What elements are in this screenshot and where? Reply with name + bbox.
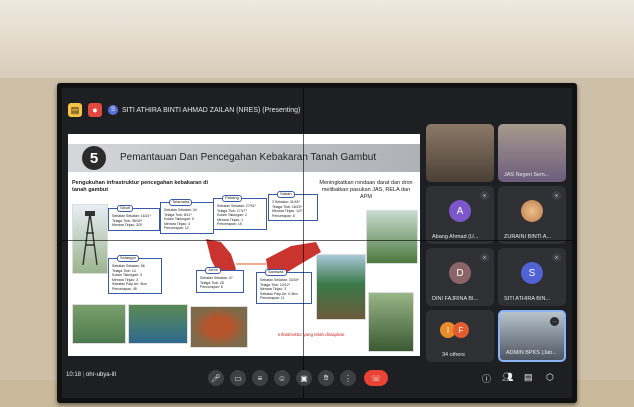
meeting-time: 10:18	[66, 372, 82, 378]
box-tag: Johor	[205, 267, 222, 274]
chat-icon[interactable]: ▤	[524, 372, 533, 383]
slide-header: 5 Pemantauan Dan Pencegahan Kebakaran Ta…	[68, 144, 420, 172]
box-line: Pencerapan: 15	[217, 222, 242, 226]
wall-background	[0, 0, 634, 78]
profile-photo	[521, 200, 543, 222]
raise-hand-button[interactable]: ✋︎	[318, 370, 334, 386]
present-button[interactable]: ▣	[296, 370, 312, 386]
slide-number: 5	[82, 146, 106, 170]
presentation-topbar: ▤ ● S SITI ATHIRA BINTI AHMAD ZAILAN (NR…	[62, 98, 300, 122]
box-line: Menara Tinjau: 3/3*	[112, 223, 143, 227]
box-tag: Selangor	[117, 255, 140, 262]
box-telamaha: Telamaha Sebatan Sekatan: 34 Telaga Tiub…	[160, 199, 214, 234]
slide-subtitle-right: Meningkatkan rondaan darat dan dron meli…	[319, 180, 413, 200]
participant-name: 34 others	[442, 352, 465, 358]
presenter-avatar: S	[108, 105, 118, 115]
participant-tile-2[interactable]: JAS Negeri Sem...	[498, 124, 566, 182]
box-line: Sebatan Sekatan: 16/21*	[112, 214, 151, 218]
screen-seam-vertical	[303, 88, 304, 398]
site-photo-3	[190, 306, 248, 348]
slide-legend: Infrastruktur yang telah disiapkan.	[278, 332, 346, 337]
mic-off-icon: ⨯	[480, 191, 489, 200]
box-selangor: Selangor Sebatan Sekatan: 56 Telaga Tiub…	[108, 255, 162, 294]
activities-icon[interactable]: ⬡	[546, 372, 554, 383]
note-icon[interactable]: ▤	[68, 103, 82, 117]
emoji-button[interactable]: ☺	[274, 370, 290, 386]
camera-toggle-button[interactable]: ▭	[230, 370, 246, 386]
participant-name: SITI ATHIRA BIN...	[504, 296, 551, 302]
participant-tile-4[interactable]: ⨯ ZURAINI BINTI A...	[498, 186, 566, 244]
more-options-icon[interactable]: ⋯	[550, 317, 559, 326]
participant-tile-1[interactable]	[426, 124, 494, 182]
box-tag: Sarawak	[265, 269, 287, 276]
shared-slide: 5 Pemantauan Dan Pencegahan Kebakaran Ta…	[68, 134, 420, 356]
site-photo-1	[72, 304, 126, 344]
box-line: Pencerapan: 6	[200, 285, 223, 289]
meeting-code: ohr-ubya-itl	[85, 372, 116, 378]
meeting-controls-bar: 10:18 | ohr-ubya-itl 🎤︎ ▭ ≡ ☺ ▣ ✋︎ ⋮ ☏ ⓘ…	[62, 364, 572, 394]
box-sabah: Sabah 3 Sekatan: 41/43* Telaga Tiub: 18/…	[268, 191, 318, 221]
avatar: F	[453, 322, 469, 338]
box-tag: Sibuti	[117, 205, 134, 212]
tv-screen: ▤ ● S SITI ATHIRA BINTI AHMAD ZAILAN (NR…	[62, 88, 572, 398]
participant-tile-5[interactable]: ⨯ D DINI FAJRINA BI...	[426, 248, 494, 306]
end-call-button[interactable]: ☏	[364, 370, 388, 386]
meeting-time-code: 10:18 | ohr-ubya-itl	[66, 372, 116, 378]
slide-subtitle-left: Pengukuhan infrastruktur pencegahan keba…	[72, 180, 209, 193]
box-line: Pencerapan: 48	[112, 286, 137, 291]
drone-photo	[316, 254, 366, 320]
slide-title: Pemantauan Dan Pencegahan Kebakaran Tana…	[120, 152, 377, 163]
site-photo-2	[128, 304, 188, 344]
mic-off-icon: ⨯	[552, 191, 561, 200]
avatar: D	[449, 262, 471, 284]
avatar: A	[449, 200, 471, 222]
box-johor: Johor Sebatan Sekatan: 47 Telaga Tiub: 2…	[196, 267, 244, 293]
mic-toggle-button[interactable]: 🎤︎	[208, 370, 224, 386]
box-tag: Pahang	[222, 195, 242, 202]
participant-tile-self[interactable]: ⋯ ADMIN BPKS (Jab...	[498, 310, 566, 362]
captions-button[interactable]: ≡	[252, 370, 268, 386]
patrol-photo-1	[366, 210, 418, 264]
box-tag: Telamaha	[169, 199, 193, 206]
box-line: Pencerapan: 12	[164, 226, 189, 230]
people-icon[interactable]: 👥︎	[502, 372, 513, 383]
box-line: Pencerapan: 8	[272, 213, 295, 218]
more-options-button[interactable]: ⋮	[340, 370, 356, 386]
box-pahang: Pahang Sebatan Sekatan: 27/31* Telaga Ti…	[213, 195, 267, 230]
record-icon[interactable]: ●	[88, 103, 102, 117]
participant-name: JAS Negeri Sem...	[504, 172, 550, 178]
avatar: S	[521, 262, 543, 284]
participant-name: ADMIN BPKS (Jab...	[506, 350, 557, 356]
presenter-chip: S SITI ATHIRA BINTI AHMAD ZAILAN (NRES) …	[108, 105, 300, 115]
mic-off-icon: ⨯	[480, 253, 489, 262]
patrol-photo-2	[368, 292, 414, 352]
tower-photo	[72, 204, 108, 274]
participant-name: DINI FAJRINA BI...	[432, 296, 479, 302]
presenter-name: SITI ATHIRA BINTI AHMAD ZAILAN (NRES) (P…	[122, 106, 301, 114]
box-line: Pencerapan: 11	[260, 296, 285, 300]
box-sibuti: Sibuti Sebatan Sekatan: 16/21* Telaga Ti…	[108, 205, 160, 231]
box-tag: Sabah	[277, 191, 295, 198]
participant-tile-3[interactable]: ⨯ A Abang Ahmad (U...	[426, 186, 494, 244]
screen-seam-horizontal	[62, 240, 572, 241]
mic-off-icon: ⨯	[552, 253, 561, 262]
participant-tile-6[interactable]: ⨯ S SITI ATHIRA BIN...	[498, 248, 566, 306]
participant-tile-others[interactable]: I F 34 others	[426, 310, 494, 362]
info-icon[interactable]: ⓘ	[482, 372, 491, 385]
